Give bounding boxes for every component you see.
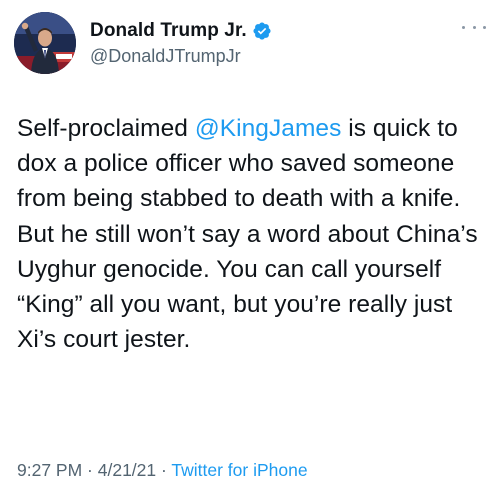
avatar-image-icon: [14, 12, 76, 74]
display-name[interactable]: Donald Trump Jr.: [90, 20, 247, 42]
more-dot: [462, 25, 465, 29]
meta-separator: ·: [156, 460, 172, 480]
tweet-time[interactable]: 9:27 PM: [17, 460, 82, 480]
name-row: Donald Trump Jr.: [90, 20, 272, 42]
mention-link[interactable]: @KingJames: [195, 115, 342, 142]
author-handle[interactable]: @DonaldJTrumpJr: [90, 46, 272, 67]
tweet-card: Donald Trump Jr. @DonaldJTrumpJr Self-pr…: [0, 0, 500, 491]
tweet-source-link[interactable]: Twitter for iPhone: [171, 460, 307, 480]
author-names: Donald Trump Jr. @DonaldJTrumpJr: [90, 20, 272, 67]
verified-badge-icon: [253, 22, 271, 40]
tweet-header: Donald Trump Jr. @DonaldJTrumpJr: [14, 12, 486, 78]
tweet-text-start: Self-proclaimed: [17, 115, 195, 142]
more-dot: [483, 25, 486, 29]
tweet-text-rest: is quick to dox a police officer who sav…: [17, 115, 478, 354]
more-options-icon[interactable]: [462, 22, 486, 32]
more-dot: [472, 25, 476, 29]
tweet-meta: 9:27 PM · 4/21/21 · Twitter for iPhone: [17, 460, 308, 481]
tweet-date[interactable]: 4/21/21: [98, 460, 156, 480]
meta-separator: ·: [82, 460, 98, 480]
avatar[interactable]: [14, 12, 76, 74]
tweet-text: Self-proclaimed @KingJames is quick to d…: [17, 111, 487, 357]
